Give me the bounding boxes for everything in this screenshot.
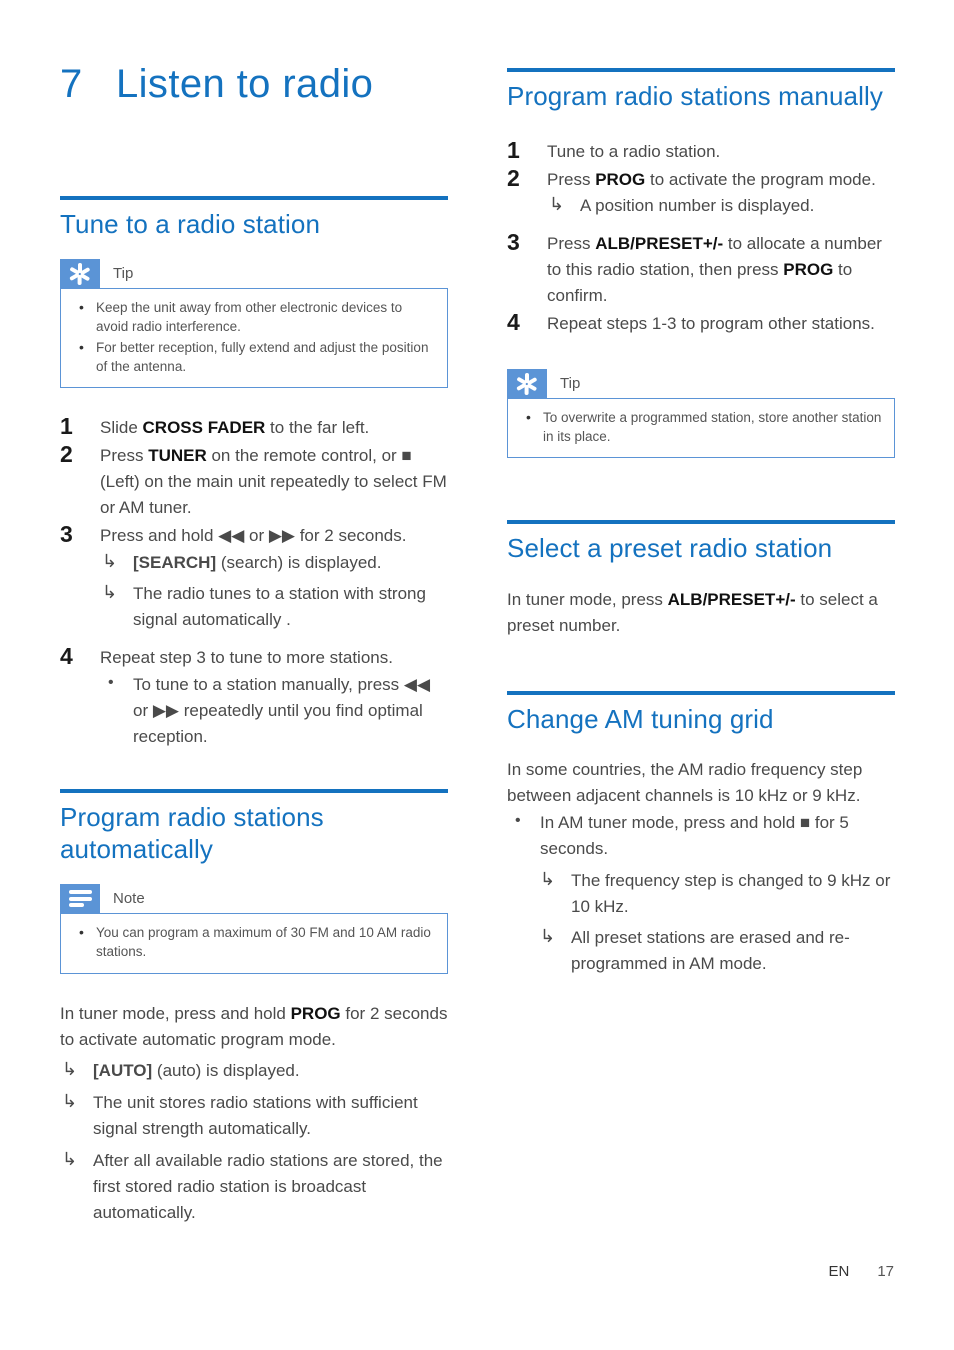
result-item: All preset stations are erased and re-pr… — [538, 923, 895, 977]
asterisk-icon — [60, 258, 100, 289]
chapter-number: 7 — [60, 62, 83, 106]
callout-list: Keep the unit away from other electronic… — [73, 297, 435, 377]
chapter-title: 7 Listen to radio — [60, 62, 500, 107]
page-footer: EN 17 — [0, 1263, 894, 1280]
section-heading: Program radio stations automatically — [60, 802, 324, 865]
bullet-item: To tune to a station manually, press ◀◀ … — [100, 671, 448, 749]
section-rule — [60, 196, 448, 200]
step-number: 2 — [507, 164, 520, 191]
right-column: Program radio stations manually 1 Tune t… — [507, 68, 895, 977]
list-item: To overwrite a programmed station, store… — [520, 407, 882, 447]
footer-language: EN — [828, 1263, 850, 1280]
section-heading: Select a preset radio station — [507, 533, 833, 564]
step-text: Repeat step 3 to tune to more stations. — [100, 648, 393, 668]
bullet-item: In AM tuner mode, press and hold ■ for 5… — [507, 809, 895, 862]
step-text: Tune to a radio station. — [547, 141, 721, 161]
step-number: 2 — [60, 441, 73, 468]
section-rule — [60, 789, 448, 794]
callout-body: Keep the unit away from other electronic… — [60, 287, 448, 389]
section-heading: Change AM tuning grid — [507, 703, 774, 734]
step-item: 3 Press ALB/PRESET+/- to allocate a numb… — [507, 229, 895, 308]
step-item: 4 Repeat step 3 to tune to more stations… — [60, 643, 448, 749]
step-text: Slide CROSS FADER to the far left. — [100, 418, 370, 438]
step-item: 2 Press TUNER on the remote control, or … — [60, 441, 448, 520]
result-item: [SEARCH] (search) is displayed. — [100, 548, 448, 576]
step-item: 2 Press PROG to activate the program mod… — [507, 164, 895, 220]
callout-header: Tip — [60, 258, 448, 289]
callout-header: Tip — [507, 368, 895, 399]
left-column: Tune to a radio station Tip • Keep the u… — [60, 196, 448, 1225]
result-item: [AUTO] (auto) is displayed. — [60, 1056, 448, 1084]
tip-callout: Tip To overwrite a programmed station, s… — [507, 368, 895, 459]
body-paragraph: In tuner mode, press ALB/PRESET+/- to se… — [507, 590, 878, 635]
callout-list: To overwrite a programmed station, store… — [520, 407, 882, 447]
result-item: The frequency step is changed to 9 kHz o… — [538, 866, 895, 920]
step-number: 4 — [60, 643, 73, 670]
body-paragraph: In tuner mode, press and hold PROG for 2… — [60, 1003, 448, 1049]
step-text: Press ALB/PRESET+/- to allocate a number… — [547, 234, 882, 305]
result-item: The radio tunes to a station with strong… — [100, 579, 448, 633]
step-item: 3 Press and hold ◀◀ or ▶▶ for 2 seconds.… — [60, 520, 448, 633]
callout-list: You can program a maximum of 30 FM and 1… — [73, 922, 435, 962]
asterisk-icon — [507, 368, 547, 399]
step-number: 1 — [507, 136, 520, 163]
callout-label: Tip — [560, 375, 581, 393]
result-item: A position number is displayed. — [547, 191, 895, 219]
step-number: 4 — [507, 308, 520, 335]
step-number: 1 — [60, 413, 73, 440]
lines-icon — [60, 883, 100, 914]
result-item: The unit stores radio stations with suff… — [60, 1088, 448, 1142]
note-callout: Note You can program a maximum of 30 FM … — [60, 883, 448, 974]
section-select-preset: Select a preset radio station In tuner m… — [507, 520, 895, 638]
result-item: After all available radio stations are s… — [60, 1146, 448, 1225]
section-heading: Program radio stations manually — [507, 81, 883, 111]
footer-page-number: 17 — [877, 1263, 894, 1280]
step-text: Repeat steps 1-3 to program other statio… — [547, 313, 875, 333]
section-program-manually: Program radio stations manually 1 Tune t… — [507, 68, 895, 459]
body-paragraph: In some countries, the AM radio frequenc… — [507, 760, 863, 806]
step-list: 1 Slide CROSS FADER to the far left. 2 P… — [60, 413, 448, 749]
step-number: 3 — [60, 520, 73, 547]
section-rule — [507, 520, 895, 525]
callout-label: Tip — [113, 265, 134, 283]
section-rule — [507, 68, 895, 72]
step-text: Press and hold ◀◀ or ▶▶ for 2 seconds. — [100, 525, 407, 545]
callout-body: To overwrite a programmed station, store… — [507, 397, 895, 459]
result-list: [AUTO] (auto) is displayed. The unit sto… — [60, 1056, 448, 1225]
callout-header: Note — [60, 883, 448, 914]
section-change-am-grid: Change AM tuning grid In some countries,… — [507, 690, 895, 977]
step-number: 3 — [507, 229, 520, 256]
result-list: The frequency step is changed to 9 kHz o… — [538, 866, 895, 977]
document-page: 7 Listen to radio Tune to a radio station — [0, 0, 954, 1350]
step-item: 1 Slide CROSS FADER to the far left. — [60, 413, 448, 441]
step-item: 4 Repeat steps 1-3 to program other stat… — [507, 308, 895, 337]
result-list: [SEARCH] (search) is displayed. The radi… — [100, 548, 448, 633]
list-item: Keep the unit away from other electronic… — [73, 297, 435, 337]
step-list: 1 Tune to a radio station. 2 Press PROG … — [507, 136, 895, 337]
list-item: For better reception, fully extend and a… — [73, 337, 435, 377]
bullet-list: In AM tuner mode, press and hold ■ for 5… — [507, 809, 895, 862]
section-heading: Tune to a radio station — [60, 209, 321, 239]
result-list: A position number is displayed. — [547, 191, 895, 219]
section-tune-to-radio: Tune to a radio station Tip • Keep the u… — [60, 196, 448, 749]
step-text: Press PROG to activate the program mode. — [547, 169, 876, 189]
tip-callout: Tip Keep the unit away from other electr… — [60, 258, 448, 389]
list-item: You can program a maximum of 30 FM and 1… — [73, 922, 435, 962]
callout-label: Note — [113, 890, 145, 908]
chapter-title-text: Listen to radio — [116, 62, 374, 106]
section-rule — [507, 690, 895, 695]
bullet-list: To tune to a station manually, press ◀◀ … — [100, 671, 448, 749]
step-text: Press TUNER on the remote control, or ■ … — [100, 446, 447, 517]
callout-body: You can program a maximum of 30 FM and 1… — [60, 912, 448, 974]
step-item: 1 Tune to a radio station. — [507, 136, 895, 165]
section-program-automatically: Program radio stations automatically Not… — [60, 789, 448, 1225]
